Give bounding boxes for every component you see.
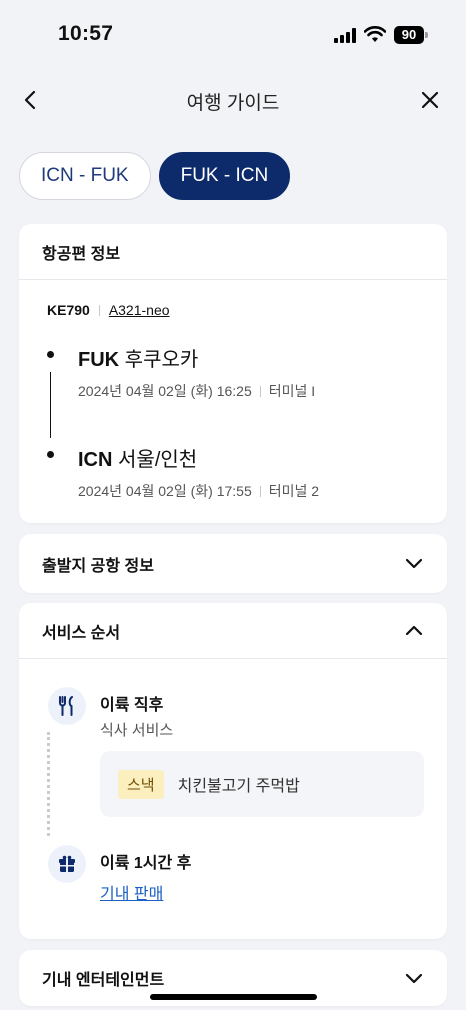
page-title: 여행 가이드 xyxy=(186,93,280,114)
duty-free-link[interactable]: 기내 판매 xyxy=(100,880,163,904)
service-order-title: 서비스 순서 xyxy=(42,624,121,642)
close-icon[interactable] xyxy=(416,86,444,114)
aircraft-link[interactable]: A321-neo xyxy=(109,302,170,318)
snack-badge: 스낵 xyxy=(118,769,164,799)
flight-info-header: 항공편 정보 xyxy=(19,224,447,279)
step-2-title: 이륙 1시간 후 xyxy=(100,855,192,872)
gift-icon xyxy=(48,845,86,883)
departure-airport-card[interactable]: 출발지 공항 정보 xyxy=(19,534,447,593)
departure-meta: 2024년 04월 02일 (화) 16:25 터미널 I xyxy=(78,381,315,401)
departure-airport-title: 출발지 공항 정보 xyxy=(42,557,154,575)
arrival-meta: 2024년 04월 02일 (화) 17:55 터미널 2 xyxy=(78,481,319,501)
meal-box: 스낵 치킨불고기 주먹밥 xyxy=(100,751,424,817)
status-time: 10:57 xyxy=(58,22,114,45)
arrival-code: ICN xyxy=(78,449,113,471)
home-indicator xyxy=(150,994,317,1000)
flight-meta: KE790 A321-neo xyxy=(47,302,170,318)
service-order-header[interactable]: 서비스 순서 xyxy=(19,603,447,658)
timeline-line xyxy=(50,372,51,438)
status-bar: 10:57 90 xyxy=(0,0,466,70)
service-timeline xyxy=(47,732,50,836)
departure-datetime: 2024년 04월 02일 (화) 16:25 xyxy=(78,383,252,399)
route-tabs: ICN - FUK FUK - ICN xyxy=(19,152,291,200)
entertainment-title: 기내 엔터테인먼트 xyxy=(42,972,165,989)
departure-terminal: 터미널 I xyxy=(268,383,316,399)
nav-bar: 여행 가이드 xyxy=(0,70,466,130)
flight-info-card: 항공편 정보 KE790 A321-neo FUK 후쿠오카 2024년 04월… xyxy=(19,224,447,523)
departure-code: FUK xyxy=(78,349,120,371)
chevron-up-icon[interactable] xyxy=(403,620,425,642)
battery-level: 90 xyxy=(394,26,424,44)
arrival-datetime: 2024년 04월 02일 (화) 17:55 xyxy=(78,483,252,499)
signal-icon xyxy=(334,28,358,43)
arrival-terminal: 터미널 2 xyxy=(268,483,320,499)
flight-info-title: 항공편 정보 xyxy=(42,245,121,263)
utensils-icon xyxy=(48,687,86,725)
arrival-city: 서울/인천 xyxy=(118,449,198,471)
departure-city: 후쿠오카 xyxy=(124,349,199,371)
chevron-down-icon[interactable] xyxy=(403,553,425,575)
departure-airport: FUK 후쿠오카 xyxy=(78,343,198,372)
service-order-card: 서비스 순서 이륙 직후 식사 서비스 스낵 치킨불고기 주먹밥 이륙 1시간 … xyxy=(19,603,447,939)
tab-icn-fuk[interactable]: ICN - FUK xyxy=(19,152,151,200)
wifi-icon xyxy=(363,25,387,43)
step-1-title: 이륙 직후 xyxy=(100,697,164,714)
arrival-airport: ICN 서울/인천 xyxy=(78,443,197,472)
chevron-down-icon[interactable] xyxy=(403,967,425,989)
step-1-subtitle: 식사 서비스 xyxy=(100,722,174,739)
departure-dot xyxy=(47,351,54,358)
tab-fuk-icn[interactable]: FUK - ICN xyxy=(158,152,291,200)
meal-name: 치킨불고기 주먹밥 xyxy=(177,778,300,795)
departure-airport-header[interactable]: 출발지 공항 정보 xyxy=(19,534,447,593)
battery-icon: 90 xyxy=(394,26,428,44)
flight-number: KE790 xyxy=(47,302,90,318)
arrival-dot xyxy=(47,451,54,458)
